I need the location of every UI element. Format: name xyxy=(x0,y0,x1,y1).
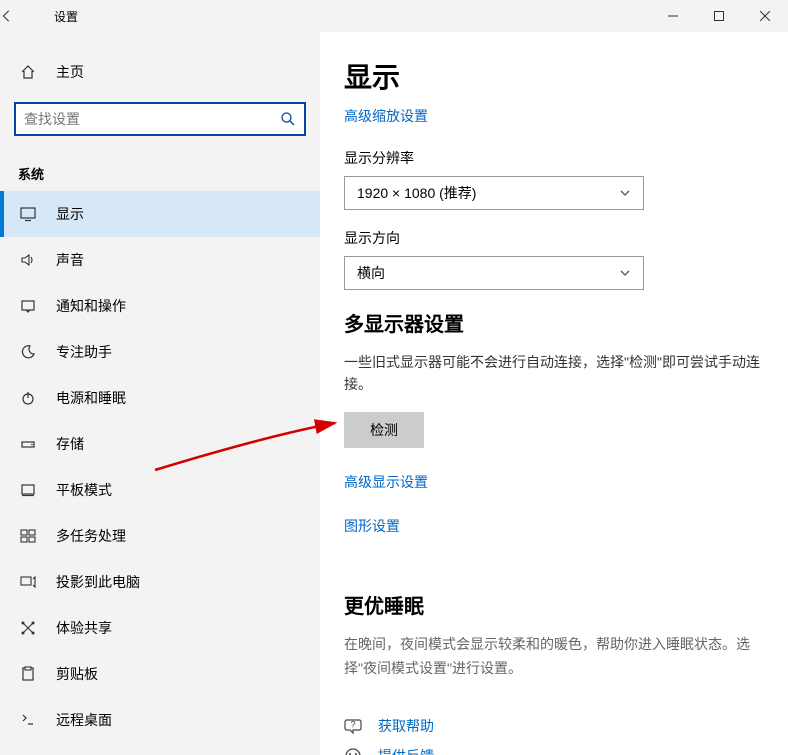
sidebar-item-label: 平板模式 xyxy=(56,480,112,500)
main-content: 显示 高级缩放设置 显示分辨率 1920 × 1080 (推荐) 显示方向 横向… xyxy=(320,32,788,755)
sidebar-item-label: 投影到此电脑 xyxy=(56,572,140,592)
notification-icon xyxy=(18,298,38,314)
search-icon xyxy=(280,111,296,127)
tablet-icon xyxy=(18,482,38,498)
category-header: 系统 xyxy=(0,146,320,191)
multi-monitor-title: 多显示器设置 xyxy=(344,308,760,337)
help-icon: ? xyxy=(344,717,366,735)
titlebar: 设置 xyxy=(0,0,788,32)
maximize-button[interactable] xyxy=(696,0,742,32)
sidebar-item-label: 体验共享 xyxy=(56,618,112,638)
sidebar-item-label: 显示 xyxy=(56,204,84,224)
sidebar-item-label: 电源和睡眠 xyxy=(56,388,126,408)
minimize-button[interactable] xyxy=(650,0,696,32)
sidebar-item-notifications[interactable]: 通知和操作 xyxy=(0,283,320,329)
sleep-desc: 在晚间，夜间模式会显示较柔和的暖色，帮助你进入睡眠状态。选择"夜间模式设置"进行… xyxy=(344,633,760,681)
window-controls xyxy=(650,0,788,32)
detect-button[interactable]: 检测 xyxy=(344,412,424,448)
search-input[interactable] xyxy=(14,102,306,136)
dropdown-value: 1920 × 1080 (推荐) xyxy=(357,183,476,203)
clipboard-icon xyxy=(18,666,38,682)
share-icon xyxy=(18,620,38,636)
sidebar-item-clipboard[interactable]: 剪贴板 xyxy=(0,651,320,697)
monitor-icon xyxy=(18,206,38,222)
get-help-link[interactable]: 获取帮助 xyxy=(378,716,434,736)
advanced-display-link[interactable]: 高级显示设置 xyxy=(344,472,428,492)
sidebar-item-label: 多任务处理 xyxy=(56,526,126,546)
page-title: 显示 xyxy=(344,56,760,96)
sidebar-item-label: 通知和操作 xyxy=(56,296,126,316)
sidebar-item-label: 存储 xyxy=(56,434,84,454)
home-link[interactable]: 主页 xyxy=(0,52,320,92)
close-button[interactable] xyxy=(742,0,788,32)
sidebar-item-sound[interactable]: 声音 xyxy=(0,237,320,283)
graphics-settings-link[interactable]: 图形设置 xyxy=(344,516,400,536)
project-icon xyxy=(18,574,38,590)
sidebar-item-tablet[interactable]: 平板模式 xyxy=(0,467,320,513)
sidebar: 主页 系统 显示 声音 通知和操作 专注助手 xyxy=(0,32,320,755)
resolution-label: 显示分辨率 xyxy=(344,148,760,168)
sidebar-item-remote[interactable]: 远程桌面 xyxy=(0,697,320,743)
multi-monitor-desc: 一些旧式显示器可能不会进行自动连接，选择"检测"即可尝试手动连接。 xyxy=(344,351,760,396)
dropdown-value: 横向 xyxy=(357,263,385,283)
orientation-label: 显示方向 xyxy=(344,228,760,248)
storage-icon xyxy=(18,436,38,452)
sidebar-item-label: 声音 xyxy=(56,250,84,270)
feedback-row[interactable]: 提供反馈 xyxy=(344,746,760,755)
search-field[interactable] xyxy=(24,111,280,127)
sidebar-item-label: 剪贴板 xyxy=(56,664,98,684)
resolution-dropdown[interactable]: 1920 × 1080 (推荐) xyxy=(344,176,644,210)
home-label: 主页 xyxy=(56,62,84,82)
sidebar-item-label: 远程桌面 xyxy=(56,710,112,730)
window-title: 设置 xyxy=(48,8,650,25)
sidebar-item-display[interactable]: 显示 xyxy=(0,191,320,237)
power-icon xyxy=(18,390,38,406)
orientation-dropdown[interactable]: 横向 xyxy=(344,256,644,290)
sidebar-item-share[interactable]: 体验共享 xyxy=(0,605,320,651)
home-icon xyxy=(18,64,38,80)
sidebar-item-label: 专注助手 xyxy=(56,342,112,362)
sidebar-item-project[interactable]: 投影到此电脑 xyxy=(0,559,320,605)
sidebar-item-focus[interactable]: 专注助手 xyxy=(0,329,320,375)
sidebar-item-multitask[interactable]: 多任务处理 xyxy=(0,513,320,559)
moon-icon xyxy=(18,344,38,360)
svg-text:?: ? xyxy=(350,720,355,730)
back-button[interactable] xyxy=(0,9,48,23)
feedback-link[interactable]: 提供反馈 xyxy=(378,746,434,755)
speaker-icon xyxy=(18,252,38,268)
sidebar-item-power[interactable]: 电源和睡眠 xyxy=(0,375,320,421)
get-help-row[interactable]: ? 获取帮助 xyxy=(344,716,760,736)
remote-icon xyxy=(18,712,38,728)
chevron-down-icon xyxy=(619,267,631,279)
advanced-scaling-link[interactable]: 高级缩放设置 xyxy=(344,106,428,126)
sleep-title: 更优睡眠 xyxy=(344,590,760,619)
multitask-icon xyxy=(18,528,38,544)
feedback-icon xyxy=(344,747,366,755)
chevron-down-icon xyxy=(619,187,631,199)
sidebar-item-storage[interactable]: 存储 xyxy=(0,421,320,467)
